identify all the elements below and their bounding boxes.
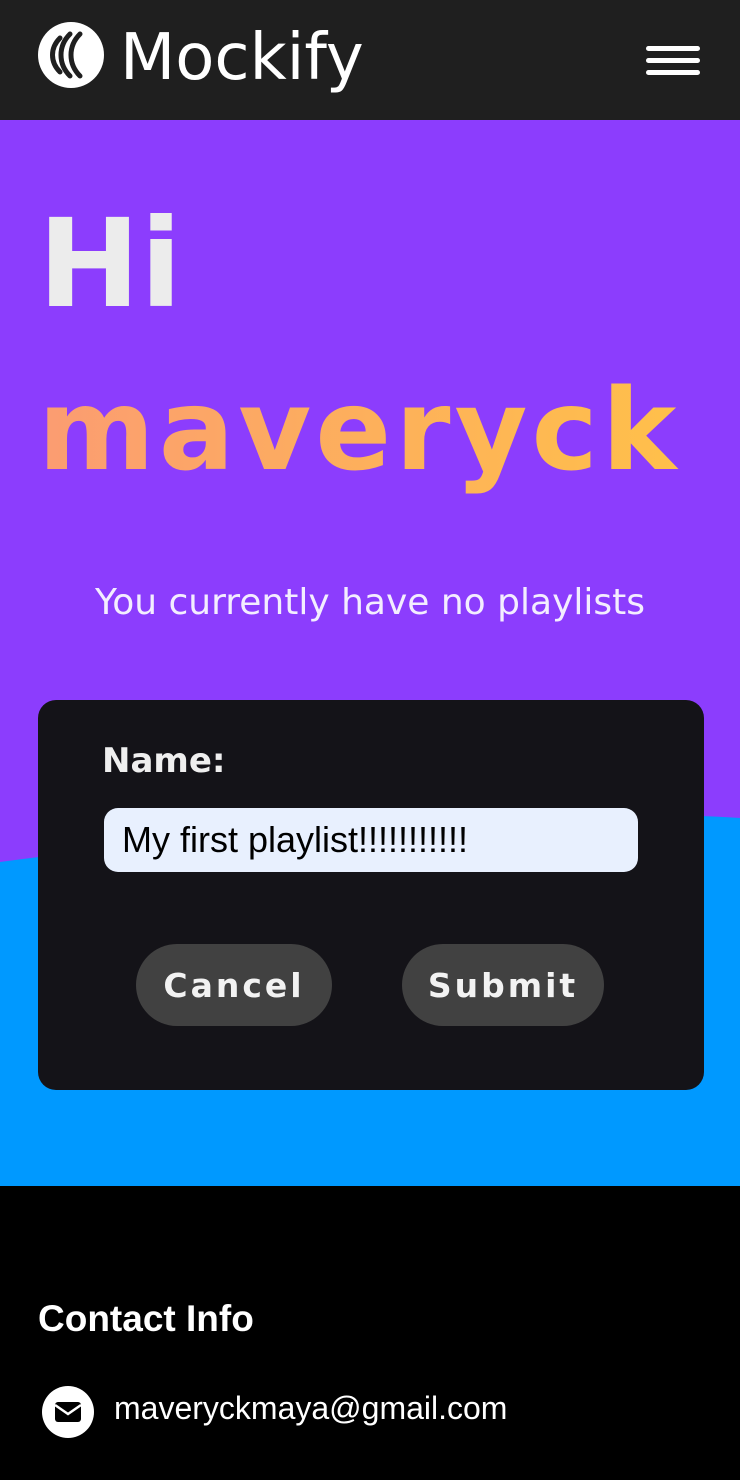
contact-info-heading: Contact Info	[38, 1298, 254, 1339]
brand-name[interactable]: Mockify	[120, 20, 364, 96]
greeting-heading: Hi	[38, 193, 182, 335]
footer: Contact Info maveryckmaya@gmail.com	[0, 1186, 740, 1480]
email-icon	[42, 1386, 94, 1438]
submit-button[interactable]: Submit	[402, 944, 604, 1026]
new-playlist-form: Name: Cancel Submit	[38, 700, 704, 1090]
hero-section: Hi maveryck You currently have no playli…	[0, 120, 740, 1186]
hamburger-menu-icon[interactable]	[644, 42, 702, 78]
top-nav: Mockify	[0, 0, 740, 120]
sound-waves-icon[interactable]	[38, 22, 104, 88]
playlist-name-input[interactable]	[104, 808, 638, 872]
playlist-name-label: Name:	[102, 741, 226, 781]
cancel-button[interactable]: Cancel	[136, 944, 332, 1026]
contact-email[interactable]: maveryckmaya@gmail.com	[114, 1386, 507, 1430]
username-heading: maveryck	[38, 366, 681, 496]
playlist-status-text: You currently have no playlists	[94, 582, 646, 623]
